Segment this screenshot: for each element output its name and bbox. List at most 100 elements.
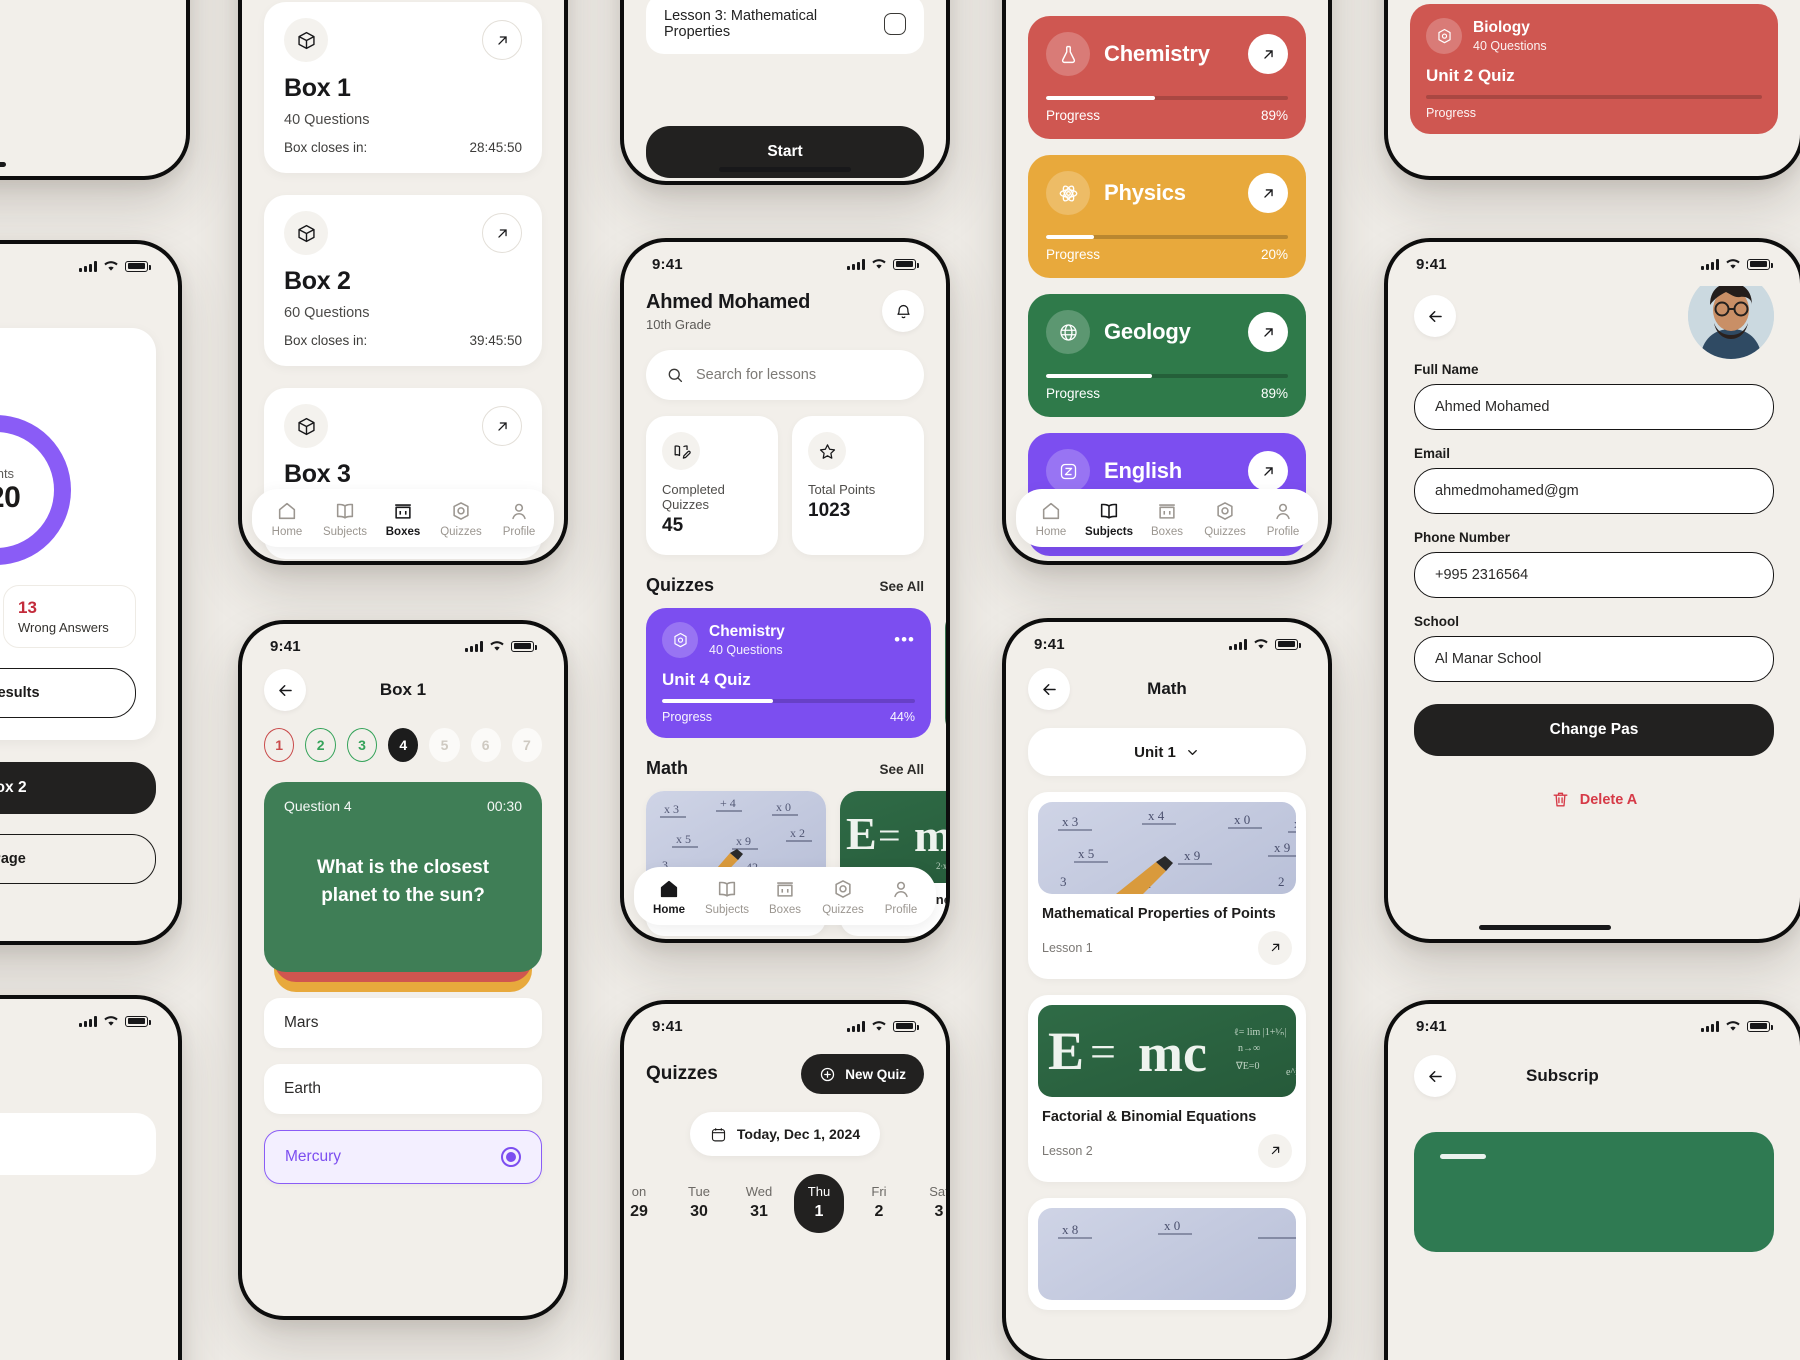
tab-label: Home xyxy=(653,904,685,916)
pager-item[interactable]: 3 xyxy=(346,728,378,762)
tab-quizzes[interactable]: Quizzes xyxy=(814,878,872,916)
phone-student-info: 9:41 dent Info xyxy=(0,995,182,1360)
tab-quizzes[interactable]: Quizzes xyxy=(432,500,490,538)
pager-item[interactable]: 5 xyxy=(429,728,460,762)
quiz-more-icon[interactable]: ••• xyxy=(894,631,915,648)
open-lesson-arrow-icon[interactable] xyxy=(1258,930,1292,965)
tab-quizzes[interactable]: Quizzes xyxy=(1196,500,1254,538)
svg-text:x 0: x 0 xyxy=(1164,1218,1180,1233)
svg-text:x 5: x 5 xyxy=(676,832,691,846)
open-box-arrow-icon[interactable] xyxy=(482,213,522,253)
see-all-quizzes[interactable]: See All xyxy=(879,579,924,594)
delete-account-button[interactable]: Delete A xyxy=(1414,790,1774,809)
quiz-card-geology[interactable]: Unit 1 Quiz xyxy=(945,608,946,738)
tab-boxes[interactable]: Boxes xyxy=(374,500,432,538)
day-cell[interactable]: Wed 31 xyxy=(734,1174,784,1233)
bottom-tab-bar[interactable]: Home Subjects Boxes Quizzes Profile xyxy=(634,867,936,925)
quiz-question-count: 40 Questions xyxy=(1473,39,1547,53)
day-cell[interactable]: on 29 xyxy=(624,1174,664,1233)
tab-home[interactable]: Home xyxy=(640,878,698,916)
lesson-checkbox[interactable] xyxy=(884,13,906,35)
box-card[interactable]: Box 2 60 Questions Box closes in: 39:45:… xyxy=(264,195,542,366)
day-cell[interactable]: Tue 30 xyxy=(674,1174,724,1233)
answer-option-selected[interactable]: Mercury xyxy=(264,1130,542,1184)
subject-name: Physics xyxy=(1104,180,1186,205)
tab-subjects[interactable]: Subjects xyxy=(1080,500,1138,538)
tab-profile[interactable]: Profile xyxy=(872,878,930,916)
tab-label: Quizzes xyxy=(1204,526,1246,538)
date-selector[interactable]: Today, Dec 1, 2024 xyxy=(689,1112,881,1156)
pager-item[interactable]: 6 xyxy=(470,728,501,762)
tab-boxes[interactable]: Boxes xyxy=(756,878,814,916)
tab-subjects[interactable]: Subjects xyxy=(316,500,374,538)
day-cell[interactable]: Fri 2 xyxy=(854,1174,904,1233)
subject-card-physics[interactable]: Physics Progress 20% xyxy=(1028,155,1306,278)
lesson-row[interactable]: x 8 x 0 xyxy=(1028,1197,1306,1310)
phone-quiz-question: 9:41 Box 1 1 2 3 4 5 6 7 Question 4 00:3… xyxy=(238,620,568,1320)
battery-icon xyxy=(1747,258,1773,270)
open-subject-arrow-icon[interactable] xyxy=(1248,34,1288,74)
result-subtitle: completed box 1 xyxy=(0,381,136,397)
tab-boxes[interactable]: Boxes xyxy=(1138,500,1196,538)
school-field[interactable]: Al Manar School xyxy=(1414,636,1774,682)
email-field[interactable]: ahmedmohamed@gm xyxy=(1414,468,1774,514)
tab-label: Home xyxy=(1035,526,1067,538)
next-box-button[interactable]: to Box 2 xyxy=(0,762,156,814)
unit-selector[interactable]: Unit 1 xyxy=(1028,728,1306,776)
day-cell-selected[interactable]: Thu 1 xyxy=(794,1174,844,1233)
pager-item[interactable]: 7 xyxy=(511,728,542,762)
search-input[interactable]: Search for lessons xyxy=(646,350,924,400)
tab-profile[interactable]: Profile xyxy=(490,500,548,538)
open-subject-arrow-icon[interactable] xyxy=(1248,173,1288,213)
tab-home[interactable]: Home xyxy=(1022,500,1080,538)
tab-profile[interactable]: Profile xyxy=(1254,500,1312,538)
full-name-field[interactable]: Ahmed Mohamed xyxy=(1414,384,1774,430)
change-password-button[interactable]: Change Pas xyxy=(1414,704,1774,756)
quiz-card-biology[interactable]: Biology 40 Questions Unit 2 Quiz Progres… xyxy=(1410,4,1778,134)
phone-math-lessons: 9:41 Math Unit 1 x 3 x 4 x 0 x 5 x 9 x 9… xyxy=(1002,618,1332,1360)
home-page-button[interactable]: me Page xyxy=(0,834,156,884)
lesson-checkbox-row[interactable]: Lesson 3: Mathematical Properties xyxy=(646,0,924,54)
open-subject-arrow-icon[interactable] xyxy=(1248,451,1288,491)
subject-card-geology[interactable]: Geology Progress 89% xyxy=(1028,294,1306,417)
open-subject-arrow-icon[interactable] xyxy=(1248,312,1288,352)
phone-number-field[interactable]: +995 2316564 xyxy=(1414,552,1774,598)
day-name: Fri xyxy=(871,1184,887,1199)
answer-option[interactable]: Mars xyxy=(264,998,542,1048)
open-lesson-arrow-icon[interactable] xyxy=(1258,1133,1292,1168)
open-box-arrow-icon[interactable] xyxy=(482,20,522,60)
tab-home[interactable]: Home xyxy=(258,500,316,538)
avatar[interactable] xyxy=(1688,286,1774,359)
back-button[interactable] xyxy=(1414,1055,1456,1097)
quiz-carousel[interactable]: Chemistry 40 Questions ••• Unit 4 Quiz P… xyxy=(646,608,946,738)
notifications-button[interactable] xyxy=(882,290,924,332)
answer-option[interactable]: Earth xyxy=(264,1064,542,1114)
page-title: Box 1 xyxy=(379,680,427,699)
subject-card-chemistry[interactable]: Chemistry Progress 89% xyxy=(1028,16,1306,139)
lesson-row[interactable]: E= mc ℓ= lim |1+ʰ⁄ₙ| n→∞ ∇E=0 e^iπ Factorial … xyxy=(1028,994,1306,1182)
field-value: +995 2316564 xyxy=(1435,567,1529,583)
question-pager[interactable]: 1 2 3 4 5 6 7 xyxy=(264,728,542,762)
trash-icon xyxy=(1553,792,1568,807)
bottom-tab-bar[interactable]: Home Subjects Boxes Quizzes Profile xyxy=(252,489,554,547)
share-results-button[interactable]: hare Results xyxy=(0,668,136,718)
back-button[interactable] xyxy=(1414,295,1456,337)
tab-subjects[interactable]: Subjects xyxy=(698,878,756,916)
pager-item-current[interactable]: 4 xyxy=(388,728,419,762)
subscription-plan-card[interactable] xyxy=(1414,1132,1774,1252)
pager-item[interactable]: 1 xyxy=(264,728,295,762)
day-cell[interactable]: Sat 3 xyxy=(914,1174,946,1233)
quiz-card-chemistry[interactable]: Chemistry 40 Questions ••• Unit 4 Quiz P… xyxy=(646,608,931,738)
day-strip[interactable]: on 29 Tue 30 Wed 31 Thu 1 Fri 2 Sa 3 xyxy=(624,1174,946,1233)
svg-text:mc: mc xyxy=(914,810,946,861)
tab-label: Boxes xyxy=(769,904,801,916)
new-quiz-button[interactable]: New Quiz xyxy=(801,1054,924,1094)
lesson-row[interactable]: x 3x 4x 0xx 5x 9x 93422 Mathematical Pro… xyxy=(1028,792,1306,979)
open-box-arrow-icon[interactable] xyxy=(482,406,522,446)
page-title: Subscrip xyxy=(1526,1066,1599,1085)
info-field[interactable] xyxy=(0,1113,156,1175)
box-card[interactable]: Box 1 40 Questions Box closes in: 28:45:… xyxy=(264,2,542,173)
bottom-tab-bar[interactable]: Home Subjects Boxes Quizzes Profile xyxy=(1016,489,1318,547)
pager-item[interactable]: 2 xyxy=(305,728,336,762)
see-all-math[interactable]: See All xyxy=(879,762,924,777)
